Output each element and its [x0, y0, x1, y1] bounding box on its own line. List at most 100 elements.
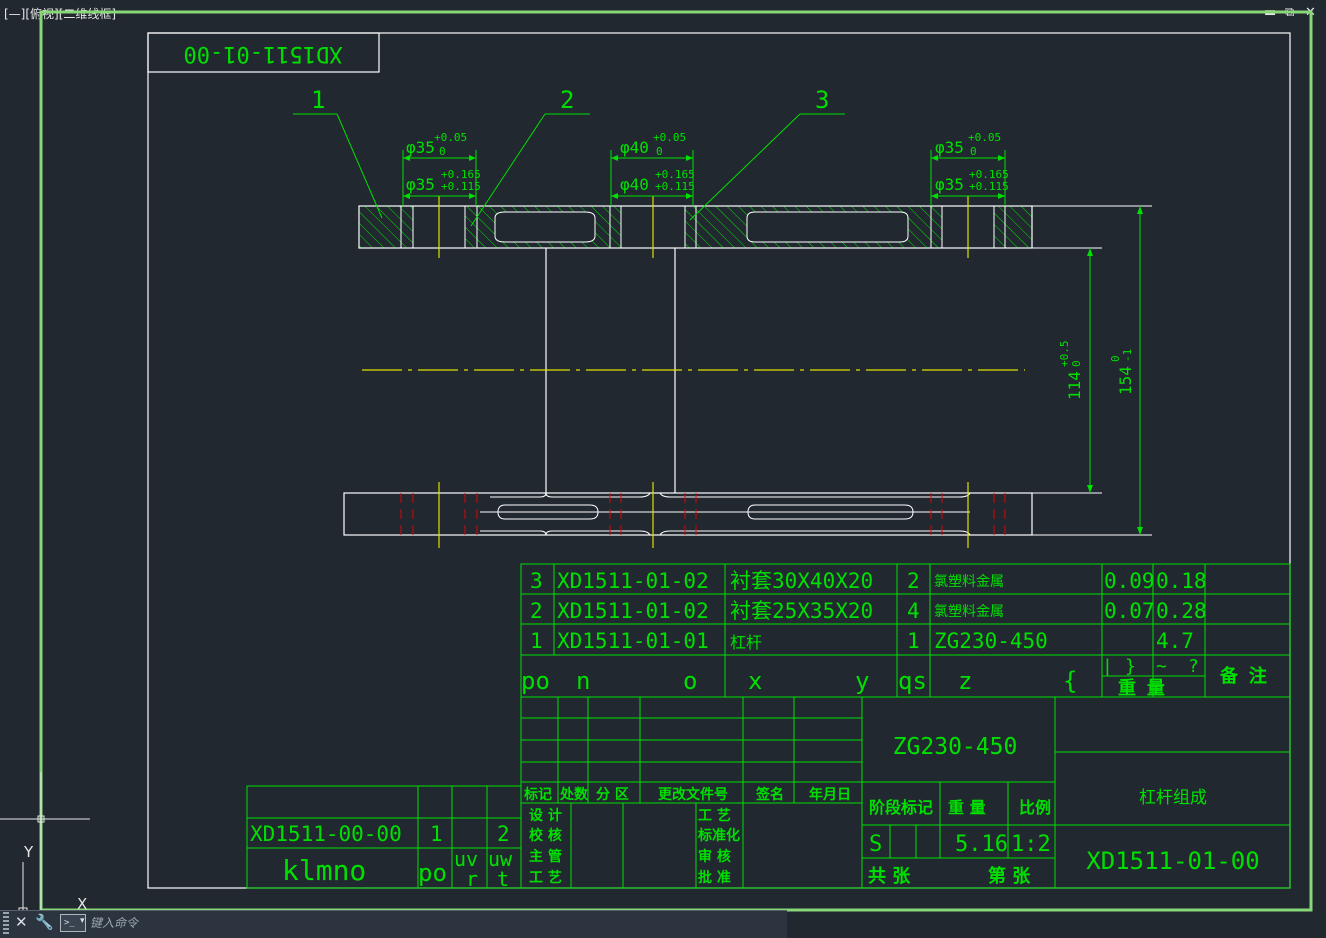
svg-text:klmno: klmno	[282, 854, 366, 887]
svg-text:+0.115: +0.115	[441, 180, 481, 193]
svg-text:0: 0	[439, 145, 446, 158]
svg-text:2: 2	[560, 86, 574, 114]
svg-text:分 区: 分 区	[596, 787, 629, 803]
svg-text:签名: 签名	[755, 786, 784, 803]
side-block-text: XD1511-00-00 1 2 klmno po uv uw r t	[250, 822, 513, 891]
svg-text:衬套25X35X20: 衬套25X35X20	[730, 599, 873, 623]
svg-text:审 核: 审 核	[698, 848, 731, 865]
svg-text:0: 0	[656, 145, 663, 158]
svg-text:备 注: 备 注	[1219, 665, 1267, 687]
svg-text:批 准: 批 准	[698, 869, 731, 886]
svg-text:年月日: 年月日	[809, 786, 851, 803]
svg-text:φ35: φ35	[935, 175, 964, 194]
chevron-down-icon[interactable]: ▾	[80, 916, 85, 926]
svg-text:工 艺: 工 艺	[529, 869, 562, 886]
svg-text:r: r	[466, 867, 478, 891]
wrench-icon[interactable]: 🔧	[35, 913, 54, 931]
svg-text:处数: 处数	[559, 786, 589, 803]
svg-text:0.28: 0.28	[1156, 599, 1207, 623]
svg-text:|: |	[1102, 656, 1113, 677]
svg-text:φ40: φ40	[620, 175, 649, 194]
svg-text:工 艺: 工 艺	[698, 807, 731, 824]
svg-text:比例: 比例	[1019, 798, 1051, 817]
svg-text:o: o	[683, 667, 697, 695]
svg-text:1: 1	[907, 629, 920, 653]
svg-text:?: ?	[1188, 656, 1199, 677]
svg-text:设 计: 设 计	[529, 807, 562, 824]
svg-text:-1: -1	[1121, 349, 1134, 362]
svg-text:x: x	[748, 667, 762, 695]
svg-text:2: 2	[530, 599, 543, 623]
svg-text:0.18: 0.18	[1156, 569, 1207, 593]
svg-text:校 核: 校 核	[529, 827, 562, 844]
svg-text:po: po	[418, 859, 447, 887]
svg-text:主 管: 主 管	[529, 848, 562, 865]
title-tab: XD1511-01-00	[147, 32, 380, 73]
command-input[interactable]	[88, 912, 782, 934]
svg-text:+0.115: +0.115	[969, 180, 1009, 193]
svg-text:1: 1	[430, 822, 443, 846]
bom-rows: 3 XD1511-01-02 衬套30X40X20 2 氯塑料金属 0.09 0…	[530, 569, 1207, 653]
svg-text:1: 1	[311, 86, 325, 114]
svg-text:第 张: 第 张	[988, 865, 1031, 887]
svg-text:衬套30X40X20: 衬套30X40X20	[730, 569, 873, 593]
ucs-y-label: Y	[24, 843, 34, 861]
svg-text:标准化: 标准化	[697, 827, 740, 844]
svg-text:2: 2	[497, 822, 510, 846]
lower-lever	[343, 482, 1033, 548]
svg-text:杠杆: 杠杆	[730, 633, 762, 652]
svg-text:}: }	[1125, 656, 1136, 677]
svg-text:共 张: 共 张	[868, 866, 911, 887]
svg-text:S: S	[869, 832, 882, 857]
title-tab-text: XD1511-01-00	[184, 41, 343, 66]
svg-text:φ35: φ35	[406, 175, 435, 194]
svg-text:+0.05: +0.05	[653, 131, 686, 144]
svg-text:{: {	[1063, 667, 1077, 695]
svg-text:0: 0	[970, 145, 977, 158]
dimension-texts: φ35 +0.05 0 φ35 +0.165 +0.115 φ40 +0.05 …	[406, 131, 1135, 400]
svg-text:2: 2	[907, 569, 920, 593]
command-bar-grip[interactable]	[3, 912, 9, 934]
svg-text:重 量: 重 量	[1118, 677, 1165, 699]
svg-text:ZG230-450: ZG230-450	[893, 734, 1018, 760]
svg-text:4: 4	[907, 599, 920, 623]
close-icon[interactable]: ✕	[15, 913, 28, 931]
svg-text:XD1511-01-00: XD1511-01-00	[1086, 847, 1259, 875]
svg-text:+0.05: +0.05	[968, 131, 1001, 144]
svg-text:重 量: 重 量	[948, 798, 986, 817]
svg-text:氯塑料金属: 氯塑料金属	[934, 574, 1004, 590]
svg-text:XD1511-00-00: XD1511-00-00	[250, 822, 402, 846]
svg-text:114: 114	[1065, 371, 1084, 400]
viewport-border	[39, 10, 1313, 912]
svg-text:φ35: φ35	[935, 138, 964, 157]
svg-text:z: z	[958, 667, 972, 695]
svg-text:0.07: 0.07	[1104, 599, 1155, 623]
svg-text:XD1511-01-01: XD1511-01-01	[557, 629, 709, 653]
svg-text:5.16: 5.16	[955, 832, 1008, 857]
balloon-numbers: 1 2 3	[311, 86, 829, 114]
svg-text:3: 3	[530, 569, 543, 593]
svg-text:qs: qs	[898, 667, 927, 695]
ucs-icon	[18, 862, 80, 917]
svg-text:3: 3	[815, 86, 829, 114]
drawing-frame	[147, 32, 1291, 889]
svg-text:1:2: 1:2	[1011, 832, 1051, 857]
svg-text:154: 154	[1116, 366, 1135, 395]
svg-text:更改文件号: 更改文件号	[658, 786, 728, 803]
svg-text:XD1511-01-02: XD1511-01-02	[557, 599, 709, 623]
svg-text:0: 0	[1070, 360, 1083, 367]
svg-text:XD1511-01-02: XD1511-01-02	[557, 569, 709, 593]
svg-text:杠杆组成: 杠杆组成	[1139, 788, 1207, 808]
svg-text:+0.05: +0.05	[434, 131, 467, 144]
svg-text:~: ~	[1156, 656, 1167, 677]
svg-text:t: t	[497, 867, 509, 891]
svg-text:y: y	[855, 667, 869, 695]
svg-text:φ40: φ40	[620, 138, 649, 157]
svg-text:+0.115: +0.115	[655, 180, 695, 193]
svg-text:氯塑料金属: 氯塑料金属	[934, 604, 1004, 620]
drawing-canvas[interactable]: XD1511-01-00 φ35 +0.05 0 φ35 +0.165 +0.1…	[0, 0, 1326, 937]
svg-text:4.7: 4.7	[1156, 629, 1194, 653]
svg-text:1: 1	[530, 629, 543, 653]
svg-text:φ35: φ35	[406, 138, 435, 157]
svg-text:0.09: 0.09	[1104, 569, 1155, 593]
